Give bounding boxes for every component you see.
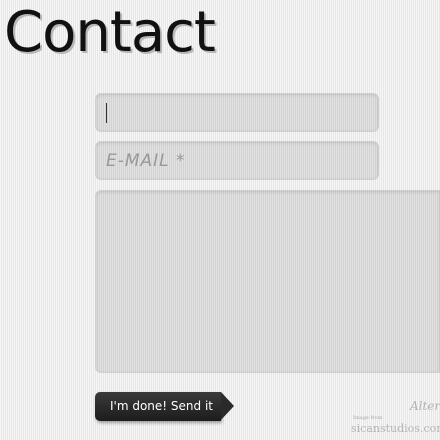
email-input[interactable]: E-MAIL * — [95, 141, 379, 180]
image-credit-label: Image from — [353, 415, 383, 421]
send-button[interactable]: I'm done! Send it — [95, 392, 234, 421]
image-credit-site: sicanstudios.com — [351, 422, 440, 435]
page-title: Contact — [4, 0, 216, 65]
email-placeholder: E-MAIL * — [106, 151, 186, 171]
name-input[interactable] — [95, 93, 379, 132]
alternative-contact-link[interactable]: Alter — [410, 399, 440, 413]
text-caret — [106, 103, 107, 123]
message-textarea[interactable] — [95, 190, 440, 373]
